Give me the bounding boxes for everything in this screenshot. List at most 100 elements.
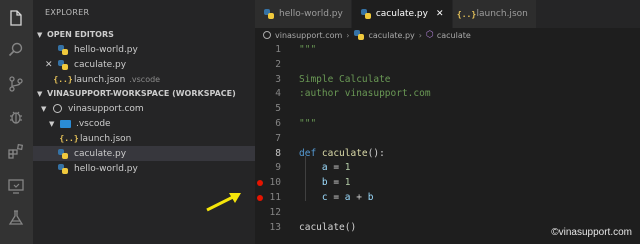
- code-line[interactable]: 3 Simple Calculate: [255, 72, 640, 87]
- code-line[interactable]: 5: [255, 101, 640, 116]
- tree-item-file[interactable]: hello-world.py: [33, 161, 255, 176]
- tab-hello-world[interactable]: hello-world.py: [255, 0, 352, 28]
- code-line[interactable]: 4 :author vinasupport.com: [255, 86, 640, 101]
- chevron-down-icon: ▼: [37, 30, 43, 39]
- code-text: a = 1: [299, 162, 351, 173]
- code-line[interactable]: 2: [255, 57, 640, 72]
- flask-icon[interactable]: [6, 208, 26, 228]
- close-icon[interactable]: ✕: [436, 9, 444, 19]
- code-token: """: [299, 118, 317, 129]
- python-file-icon: [57, 163, 69, 175]
- code-line[interactable]: 1 """: [255, 42, 640, 57]
- line-number: 2: [275, 58, 281, 70]
- line-number: 6: [275, 118, 281, 129]
- code-token: 1: [344, 177, 351, 189]
- code-token: caculate: [321, 147, 368, 159]
- debug-icon[interactable]: [6, 107, 26, 127]
- symbol-method-icon: ⬡: [426, 30, 434, 40]
- tree-item-file[interactable]: {..} launch.json: [33, 131, 255, 146]
- code-line[interactable]: 11 c = a + b: [255, 190, 640, 205]
- line-number: 4: [275, 88, 281, 100]
- tree-item-root-folder[interactable]: ▼ vinasupport.com: [33, 101, 255, 116]
- breadcrumb-separator: ›: [418, 30, 422, 40]
- close-icon[interactable]: ✕: [45, 60, 55, 70]
- code-token: :author vinasupport.com: [299, 88, 431, 100]
- line-number: 7: [275, 132, 281, 144]
- code-line[interactable]: 10 b = 1: [255, 175, 640, 190]
- python-file-icon: [57, 44, 69, 56]
- code-text: b = 1: [299, 177, 351, 188]
- code-editor[interactable]: 1 """ 2 3 Simple Calculate 4:author vinasuppo…: [255, 42, 640, 244]
- line-number: 3: [275, 73, 281, 85]
- code-token: a: [299, 162, 328, 174]
- tab-launch-json[interactable]: {..} launch.json: [452, 0, 537, 28]
- chevron-down-icon: ▼: [41, 104, 47, 113]
- code-token: caculate: [299, 221, 345, 233]
- code-text: c = a + b: [299, 192, 374, 203]
- python-file-icon: [57, 59, 69, 71]
- code-text: :author vinasupport.com: [299, 88, 431, 99]
- python-file-icon: [57, 148, 69, 160]
- explorer-title: EXPLORER: [45, 8, 90, 17]
- remote-explorer-icon[interactable]: [6, 176, 26, 196]
- watermark: ©vinasupport.com: [551, 227, 632, 238]
- search-icon[interactable]: [6, 40, 26, 60]
- line-number: 11: [269, 192, 281, 203]
- code-line[interactable]: 12: [255, 205, 640, 220]
- workspace-header[interactable]: ▼ VINASUPPORT-WORKSPACE (WORKSPACE): [33, 86, 255, 101]
- code-token: 1: [344, 162, 351, 174]
- activity-bar: [0, 0, 33, 244]
- code-token: c: [299, 192, 328, 203]
- code-text: """: [299, 118, 316, 129]
- python-file-icon: [360, 8, 372, 20]
- breadcrumb-separator: ›: [346, 30, 350, 40]
- code-line[interactable]: 7: [255, 131, 640, 146]
- folder-root-icon: [51, 103, 63, 115]
- json-file-icon: {..}: [53, 75, 73, 84]
- line-number: 10: [269, 177, 281, 189]
- open-editor-item[interactable]: ✕ caculate.py: [33, 57, 255, 72]
- code-text: """: [299, 44, 316, 55]
- code-token: =: [327, 192, 345, 203]
- tree-item-file[interactable]: caculate.py: [33, 146, 255, 161]
- code-text: caculate(): [299, 222, 356, 233]
- code-line[interactable]: 6 """: [255, 116, 640, 131]
- vscode-folder-icon: [59, 118, 71, 130]
- open-editor-item[interactable]: hello-world.py: [33, 42, 255, 57]
- open-editor-item[interactable]: {..} launch.json .vscode: [33, 72, 255, 87]
- json-file-icon: {..}: [59, 134, 79, 143]
- breadcrumb-file[interactable]: caculate.py: [368, 31, 414, 40]
- annotation-arrow-icon: [206, 193, 241, 212]
- chevron-down-icon: ▼: [49, 119, 55, 128]
- code-token: def: [299, 147, 322, 159]
- line-number: 13: [269, 221, 281, 233]
- code-text: def caculate():: [299, 148, 385, 159]
- chevron-down-icon: ▼: [37, 89, 43, 98]
- code-line[interactable]: 9 a = 1: [255, 160, 640, 175]
- line-number: 12: [269, 206, 281, 218]
- code-token: b: [367, 192, 374, 203]
- code-text: Simple Calculate: [299, 74, 391, 85]
- folder-root-icon: [263, 31, 271, 39]
- extensions-icon[interactable]: [6, 141, 26, 161]
- python-file-icon: [263, 8, 275, 20]
- code-token: =: [327, 162, 345, 174]
- source-control-icon[interactable]: [6, 74, 26, 94]
- code-token: b: [299, 177, 328, 189]
- open-editors-header[interactable]: ▼ OPEN EDITORS: [33, 27, 255, 42]
- code-token: +: [350, 192, 368, 203]
- editor-tabs: hello-world.py caculate.py ✕ {..} launch…: [255, 0, 640, 28]
- line-number: 9: [275, 162, 281, 174]
- code-token: Simple Calculate: [299, 73, 391, 85]
- tree-item-folder[interactable]: ▼ .vscode: [33, 116, 255, 131]
- line-number: 5: [275, 103, 281, 115]
- tab-caculate[interactable]: caculate.py ✕: [351, 0, 453, 28]
- breadcrumb-symbol[interactable]: caculate: [437, 31, 471, 40]
- code-token: ():: [367, 147, 385, 159]
- files-icon[interactable]: [6, 8, 26, 28]
- breadcrumb: vinasupport.com › caculate.py › ⬡ cacula…: [255, 28, 640, 42]
- python-file-icon: [353, 29, 365, 41]
- json-file-icon: {..}: [456, 9, 477, 19]
- code-line[interactable]: 8 def caculate():: [255, 146, 640, 161]
- breadcrumb-root[interactable]: vinasupport.com: [275, 31, 342, 40]
